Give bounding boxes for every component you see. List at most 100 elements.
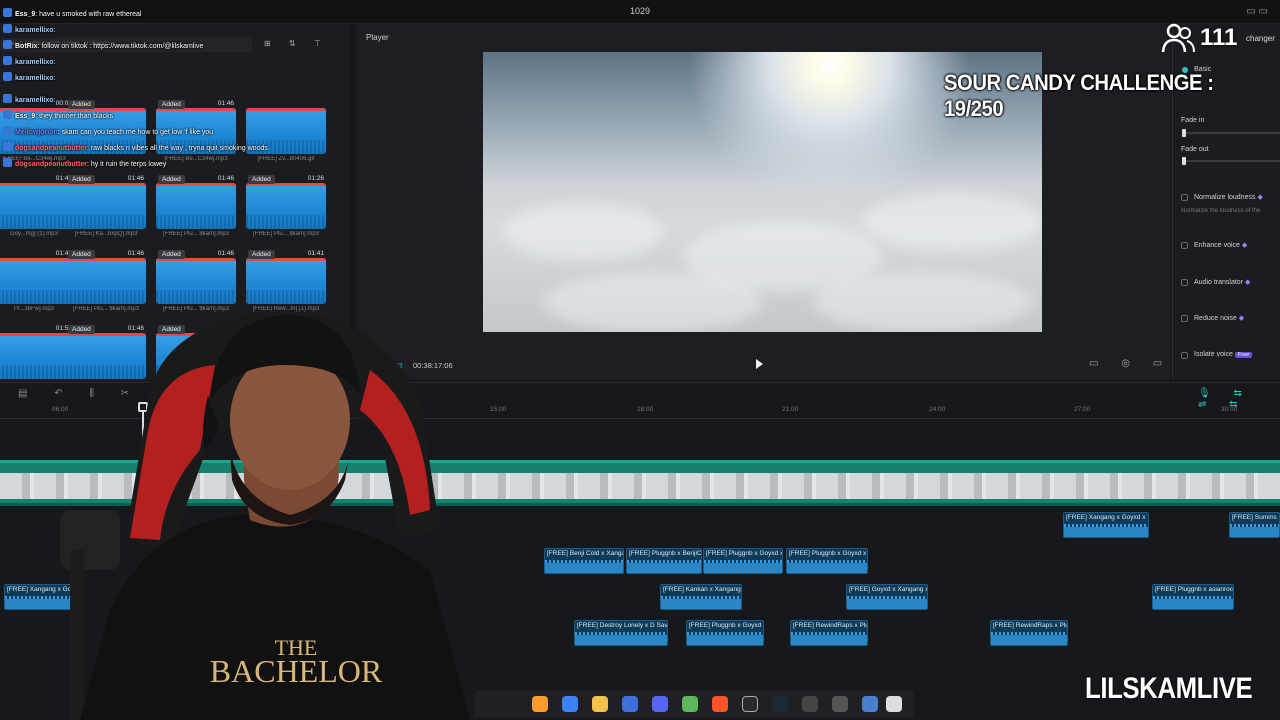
reduce-noise-checkbox[interactable] bbox=[1181, 315, 1188, 322]
taskbar bbox=[474, 690, 914, 718]
waveform bbox=[246, 215, 326, 229]
added-badge: Added bbox=[248, 250, 275, 259]
badge-icon bbox=[3, 126, 12, 135]
reduce-noise-text: Reduce noise bbox=[1194, 315, 1237, 322]
badge-icon bbox=[3, 158, 12, 167]
clip-duration: 01:46 bbox=[127, 175, 144, 182]
steam-icon[interactable] bbox=[772, 696, 788, 712]
chat-username: karamellixo bbox=[15, 59, 54, 66]
app-icon[interactable] bbox=[682, 696, 698, 712]
discord-icon[interactable] bbox=[652, 696, 668, 712]
audio-clip[interactable]: [FREE] RewindRaps x Plug bbox=[990, 620, 1068, 646]
copilot-icon[interactable] bbox=[562, 696, 578, 712]
waveform bbox=[156, 290, 236, 304]
player-label: Player bbox=[366, 33, 389, 42]
window-controls[interactable]: ▭ ▭ bbox=[1246, 6, 1268, 17]
clip-duration: 01:46 bbox=[127, 250, 144, 257]
app-icon[interactable] bbox=[532, 696, 548, 712]
normalize-label: Normalize loudness ◆ bbox=[1194, 193, 1263, 201]
audio-clip-label: [FREE] RewindRaps x Plug bbox=[793, 622, 868, 629]
audio-clip-label: [FREE] Pluggnb x Goyxd bbox=[689, 622, 762, 629]
badge-icon bbox=[3, 8, 12, 17]
clip-duration: 01:41 bbox=[307, 250, 324, 257]
audio-clip[interactable]: [FREE] Pluggnb x Goyxd bbox=[686, 620, 764, 646]
chat-text: : bbox=[53, 75, 56, 82]
added-badge: Added bbox=[68, 250, 95, 259]
brave-icon[interactable] bbox=[712, 696, 728, 712]
audio-clip[interactable]: [FREE] Kankan x Xangang bbox=[660, 584, 742, 610]
added-badge: Added bbox=[158, 175, 185, 184]
timeline-right-controls[interactable]: 🎙 ⇆ ⇌ ⇆ bbox=[1198, 388, 1280, 410]
4k-icon[interactable] bbox=[832, 696, 848, 712]
clip-thumbnail bbox=[156, 183, 236, 229]
clip-thumbnail bbox=[0, 183, 74, 229]
waveform bbox=[1064, 524, 1148, 537]
badge-icon bbox=[3, 56, 12, 65]
clip-thumbnail bbox=[66, 183, 146, 229]
channel-brand: LILSKAMLIVE bbox=[1085, 672, 1253, 705]
isolate-checkbox[interactable] bbox=[1181, 352, 1188, 359]
media-clip[interactable]: 01:46 Pl...36Fw].mp3 bbox=[0, 250, 74, 312]
chat-message: dogsandpeanutbutter: raw blacks n vibes … bbox=[3, 142, 268, 152]
waveform bbox=[627, 560, 701, 573]
waveform bbox=[545, 560, 623, 573]
media-clip[interactable]: Added 01:46 [FREE] Plu... $kam].mp3 bbox=[156, 175, 236, 237]
app-icon[interactable] bbox=[802, 696, 818, 712]
fade-in-handle[interactable] bbox=[1182, 129, 1186, 137]
audio-clip[interactable]: [FREE] RewindRaps x Plug bbox=[790, 620, 868, 646]
store-icon[interactable] bbox=[622, 696, 638, 712]
media-clip[interactable]: Added 01:46 [FREE] Plu... $kam].mp3 bbox=[156, 250, 236, 312]
chat-username: Ess_9 bbox=[15, 113, 36, 120]
audio-clip[interactable]: [FREE] Destroy Lonely x D Save bbox=[574, 620, 668, 646]
ruler-tick: 30:00 bbox=[1221, 406, 1238, 413]
chat-message: Ess_9: they thinner than blacks bbox=[3, 110, 113, 120]
audio-clip-label: [FREE] Summs bbox=[1232, 514, 1277, 521]
fade-in-slider[interactable] bbox=[1182, 129, 1280, 137]
chat-text: : skam can you teach me how to get low '… bbox=[57, 129, 214, 136]
media-clip[interactable]: 01:46 Goy...mg] (1).mp3 bbox=[0, 175, 74, 237]
enhance-checkbox[interactable] bbox=[1181, 242, 1188, 249]
audio-clip[interactable]: [FREE] Xangang x Goyxd x bbox=[1063, 512, 1149, 538]
normalize-checkbox[interactable] bbox=[1181, 194, 1188, 201]
chat-username: karamellixo bbox=[15, 75, 54, 82]
audio-clip[interactable]: [FREE] Goyxd x Xangang x bbox=[846, 584, 928, 610]
capcut-icon[interactable] bbox=[886, 696, 902, 712]
media-clip[interactable]: Added 01:26 [FREE] Plu... $kam].mp3 bbox=[246, 175, 326, 237]
audio-clip-label: [FREE] Destroy Lonely x D Save bbox=[577, 622, 668, 629]
isolate-text: Isolate voice bbox=[1194, 351, 1233, 358]
chat-message: dogsandpeanutbutter: hy it ruin the terp… bbox=[3, 158, 166, 168]
chat-username: karamellixo bbox=[15, 27, 54, 34]
audio-clip[interactable]: [FREE] Summs bbox=[1229, 512, 1280, 538]
translator-checkbox[interactable] bbox=[1181, 279, 1188, 286]
ruler-tick: 24:00 bbox=[929, 406, 946, 413]
free-badge: Free bbox=[1234, 352, 1253, 358]
audio-clip[interactable]: [FREE] Pluggnb x Goyxd x bbox=[786, 548, 868, 574]
media-clip[interactable]: Added 01:41 [FREE] Rew...m] (1).mp3 bbox=[246, 250, 326, 312]
notepad-icon[interactable] bbox=[862, 696, 878, 712]
obs-icon[interactable] bbox=[742, 696, 758, 712]
audio-clip-label: [FREE] Pluggnb x asianrock bbox=[1155, 586, 1234, 593]
fade-out-slider[interactable] bbox=[1182, 157, 1280, 165]
audio-clip[interactable]: [FREE] Pluggnb x asianrock bbox=[1152, 584, 1234, 610]
ruler-tick: 21:00 bbox=[782, 406, 799, 413]
play-icon[interactable] bbox=[756, 359, 763, 369]
viewers-icon bbox=[1161, 23, 1195, 53]
folder-icon[interactable] bbox=[592, 696, 608, 712]
pro-gem-icon: ◆ bbox=[1244, 279, 1251, 286]
audio-clip-label: [FREE] Xangang x Goyxd x bbox=[1066, 514, 1146, 521]
audio-clip[interactable]: [FREE] Pluggnb x Goyxd x bbox=[703, 548, 783, 574]
chat-username: dogsandpeanutbutter bbox=[15, 161, 87, 168]
shirt-text-line2: BACHELOR bbox=[210, 653, 383, 689]
media-clip[interactable]: Added 01:46 [FREE] Ka...bxpQ].mp3 bbox=[66, 175, 146, 237]
webcam-streamer: THE BACHELOR bbox=[60, 310, 470, 720]
audio-clip[interactable]: [FREE] Benji Cold x Xangar bbox=[544, 548, 624, 574]
chat-message: karamellixo: bbox=[3, 56, 55, 66]
pro-gem-icon: ◆ bbox=[1257, 194, 1263, 201]
clip-thumbnail bbox=[246, 258, 326, 304]
chat-username: BotRix bbox=[15, 43, 38, 50]
audio-clip[interactable]: [FREE] Pluggnb x BenjiC bbox=[626, 548, 702, 574]
chat-text: : have u smoked with raw ethereal bbox=[35, 11, 142, 18]
media-clip[interactable]: Added 01:46 [FREE] Plu... $kam].mp3 bbox=[66, 250, 146, 312]
fade-out-handle[interactable] bbox=[1182, 157, 1186, 165]
badge-icon bbox=[3, 142, 12, 151]
